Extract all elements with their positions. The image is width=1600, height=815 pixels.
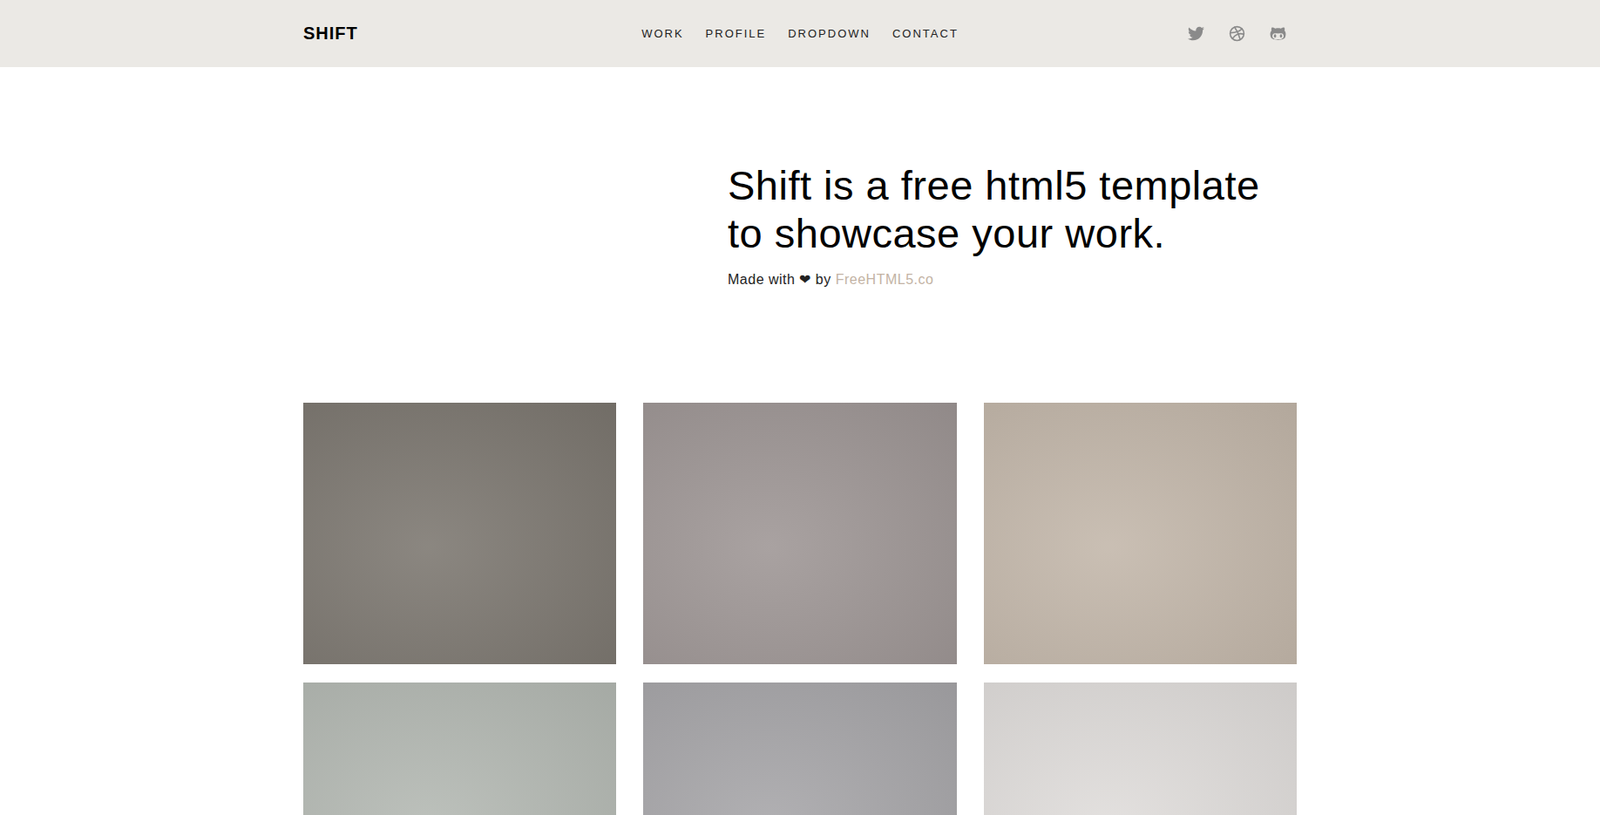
nav: WORK PROFILE DROPDOWN CONTACT <box>641 23 959 44</box>
work-card[interactable] <box>643 402 956 665</box>
work-card[interactable] <box>983 682 1297 815</box>
work-card[interactable] <box>303 402 617 665</box>
nav-link[interactable]: CONTACT <box>892 23 959 44</box>
logo[interactable]: SHIFT <box>303 23 359 44</box>
hero-title: Shift is a free html5 template to showca… <box>727 161 1297 258</box>
work-card[interactable] <box>983 402 1297 665</box>
nav-link[interactable]: WORK <box>641 23 684 44</box>
work-card[interactable] <box>303 682 617 815</box>
work-grid <box>303 402 1297 815</box>
header: SHIFT WORK PROFILE DROPDOWN CONTACT <box>0 0 1600 68</box>
twitter-link[interactable] <box>1186 25 1205 43</box>
nav-link[interactable]: PROFILE <box>705 23 767 44</box>
nav-link[interactable]: DROPDOWN <box>787 23 871 44</box>
hero: Shift is a free html5 template to showca… <box>303 67 1297 403</box>
heart-icon: ❤ <box>799 271 812 287</box>
header-row: SHIFT WORK PROFILE DROPDOWN CONTACT <box>303 23 1297 44</box>
hero-subtitle: Made with ❤ by FreeHTML5.co <box>727 271 1297 288</box>
dribbble-icon <box>1228 25 1246 42</box>
github-link[interactable] <box>1268 25 1287 43</box>
dribbble-link[interactable] <box>1227 25 1246 43</box>
social-links <box>1186 25 1297 43</box>
twitter-icon <box>1187 25 1205 42</box>
credit-link[interactable]: FreeHTML5.co <box>835 271 935 287</box>
work-card[interactable] <box>643 682 956 815</box>
hero-text: Shift is a free html5 template to showca… <box>717 161 1297 288</box>
github-icon <box>1269 25 1287 42</box>
